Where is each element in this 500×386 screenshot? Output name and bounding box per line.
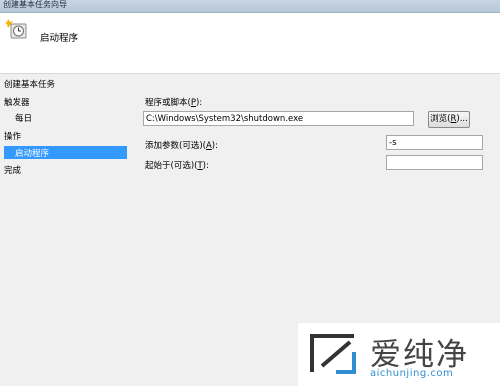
arguments-input[interactable]: -s — [386, 135, 483, 150]
wizard-steps-pane: 创建基本任务 触发器 每日 操作 启动程序 完成 — [0, 74, 130, 386]
step-trigger[interactable]: 触发器 — [4, 96, 30, 108]
step-start-program[interactable]: 启动程序 — [4, 146, 127, 159]
window-title: 创建基本任务向导 — [3, 0, 67, 9]
program-path-input[interactable]: C:\Windows\System32\shutdown.exe — [143, 111, 414, 126]
scheduled-task-clock-icon — [5, 19, 27, 39]
step-start-program-label: 启动程序 — [15, 149, 50, 159]
title-bar: 创建基本任务向导 — [0, 0, 500, 13]
arguments-label: 添加参数(可选)(A): — [145, 141, 218, 151]
page-title: 启动程序 — [40, 33, 79, 44]
browse-button[interactable]: 浏览(R)... — [428, 111, 470, 128]
watermark-logo-icon — [310, 334, 356, 374]
step-create-basic-task[interactable]: 创建基本任务 — [4, 78, 55, 90]
start-in-label: 起始于(可选)(T): — [145, 161, 209, 171]
watermark-url: aichunjing.com — [370, 368, 454, 379]
step-daily[interactable]: 每日 — [15, 112, 32, 124]
step-finish[interactable]: 完成 — [4, 164, 21, 176]
wizard-header: 启动程序 — [0, 13, 500, 74]
program-label: 程序或脚本(P): — [145, 98, 203, 108]
step-action[interactable]: 操作 — [4, 130, 21, 142]
start-in-input[interactable] — [386, 155, 483, 170]
site-watermark: 爱纯净 aichunjing.com — [298, 323, 500, 386]
